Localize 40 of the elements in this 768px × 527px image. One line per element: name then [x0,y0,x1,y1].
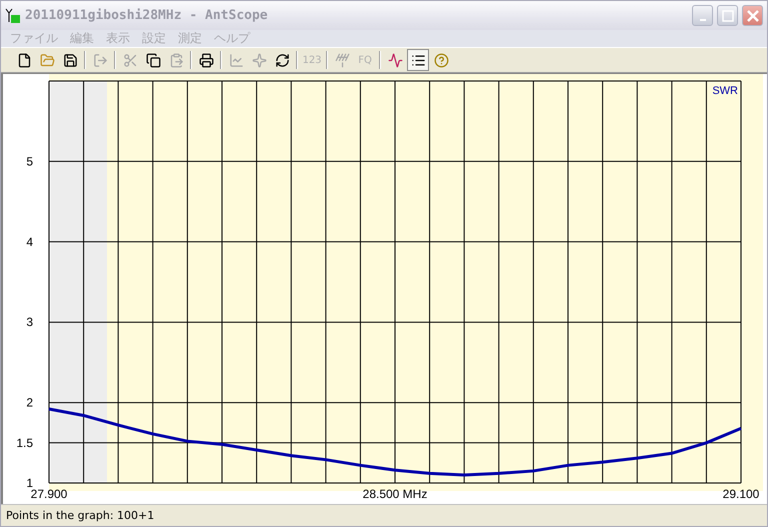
window-title: 20110911giboshi28MHz - AntScope [25,8,269,24]
copy-icon [146,52,160,68]
y-axis-label: 3 [26,314,33,329]
list-button[interactable] [407,49,429,72]
series-label: SWR [712,84,738,97]
x-axis-label: 29.100 [722,486,760,501]
maximize-button[interactable] [717,5,738,26]
maximize-icon [722,10,734,22]
antenna-icon [334,52,350,68]
y-axis-label: 4 [26,234,33,248]
export-icon [92,52,108,68]
status-text: Points in the graph: 100+1 [6,508,154,522]
y-axis-label: 1.5 [16,436,33,450]
minimize-button[interactable] [692,5,713,26]
menu-item[interactable]: 測定 [173,30,209,48]
close-icon [746,10,758,22]
help-icon [434,52,448,68]
line-chart-icon [228,52,244,68]
clipboard-icon [168,52,184,68]
y-axis-label: 2 [26,395,33,410]
antenna-app-icon [5,8,21,24]
menu-item[interactable]: ヘルプ [209,30,257,48]
minimize-icon [700,18,706,21]
refresh-icon [274,52,290,68]
menu-item[interactable]: 表示 [101,30,137,48]
y-axis-label: 5 [26,154,33,168]
scissors-icon [122,52,138,68]
y-axis-label: 1 [26,476,33,490]
menu-item[interactable]: 編集 [65,30,101,48]
menu-item[interactable]: 設定 [137,30,173,48]
list-icon [410,52,426,68]
menu-item[interactable]: ファイル [5,30,65,48]
folder-icon [40,52,54,68]
x-axis-label: 27.900 [30,486,68,501]
sparkle-icon [252,52,266,68]
printer-icon [198,52,214,68]
curves-icon [388,52,402,68]
close-button[interactable] [742,5,763,26]
x-axis-label: 28.500 MHz [362,486,428,501]
new-file-icon [16,52,32,68]
